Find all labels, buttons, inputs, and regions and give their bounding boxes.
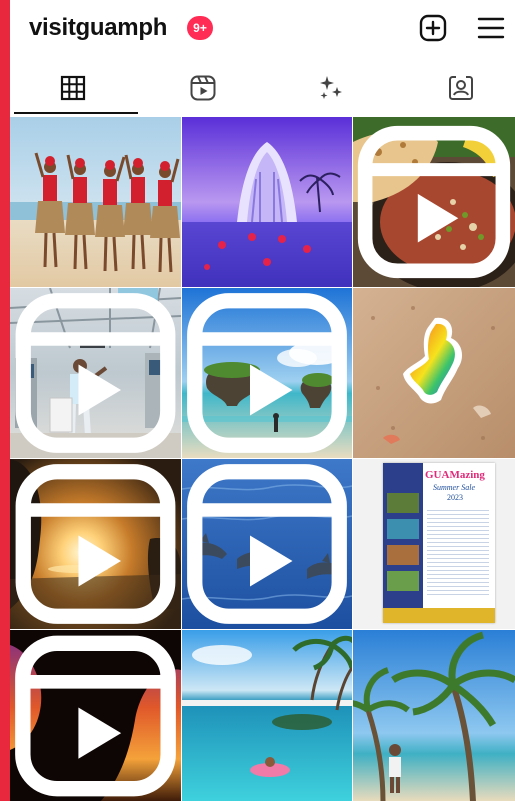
guam-sticker-image (353, 288, 515, 458)
posts-grid: GUAMazing Summer Sale 2023 (10, 117, 515, 801)
poster-photo (387, 545, 419, 565)
post-thumbnail[interactable] (182, 288, 352, 458)
post-thumbnail[interactable] (182, 459, 352, 629)
post-thumbnail[interactable] (10, 288, 181, 458)
poster-sidebar (383, 463, 423, 623)
post-thumbnail[interactable] (10, 459, 181, 629)
poster-body-text (427, 507, 489, 597)
tagged-icon (449, 76, 473, 100)
chapel-image (182, 117, 352, 287)
palm-beach-image (353, 630, 515, 801)
reels-icon (190, 75, 216, 101)
promo-poster: GUAMazing Summer Sale 2023 (383, 463, 495, 623)
post-thumbnail[interactable] (353, 117, 515, 287)
poster-year: 2023 (447, 493, 463, 502)
tab-sparkle[interactable] (268, 62, 394, 114)
post-thumbnail[interactable] (353, 630, 515, 801)
reel-badge-icon (15, 293, 176, 453)
plus-square-icon[interactable] (418, 13, 448, 43)
posts-grid-icon (60, 75, 86, 101)
profile-username[interactable]: visitguamph (29, 14, 167, 42)
instagram-profile-screen: visitguamph 9+ GUAMazing Summer Sale 202… (10, 0, 515, 801)
reel-badge-icon (187, 293, 347, 453)
tab-posts[interactable] (10, 62, 136, 114)
active-tab-indicator (14, 112, 138, 114)
poster-subtitle: Summer Sale (433, 483, 475, 492)
sparkle-icon (320, 76, 342, 99)
dancers-image (10, 117, 181, 287)
post-thumbnail[interactable]: GUAMazing Summer Sale 2023 (353, 459, 515, 629)
top-bar: visitguamph 9+ (10, 0, 515, 58)
post-thumbnail[interactable] (182, 117, 352, 287)
poster-photo (387, 493, 419, 513)
post-thumbnail[interactable] (182, 630, 352, 801)
tab-reels[interactable] (140, 62, 266, 114)
reel-badge-icon (15, 635, 176, 797)
poster-title: GUAMazing (425, 469, 485, 481)
reel-badge-icon (357, 125, 511, 279)
post-thumbnail[interactable] (10, 630, 181, 801)
poster-photo (387, 571, 419, 591)
notification-badge[interactable]: 9+ (187, 16, 213, 40)
pool-image (182, 630, 352, 801)
menu-icon[interactable] (476, 13, 506, 43)
post-thumbnail[interactable] (10, 117, 181, 287)
reel-badge-icon (187, 464, 347, 624)
poster-footer (383, 608, 495, 623)
post-thumbnail[interactable] (353, 288, 515, 458)
poster-photo (387, 519, 419, 539)
reel-badge-icon (15, 464, 176, 624)
tab-tagged[interactable] (398, 62, 515, 114)
profile-tabs (10, 62, 515, 114)
